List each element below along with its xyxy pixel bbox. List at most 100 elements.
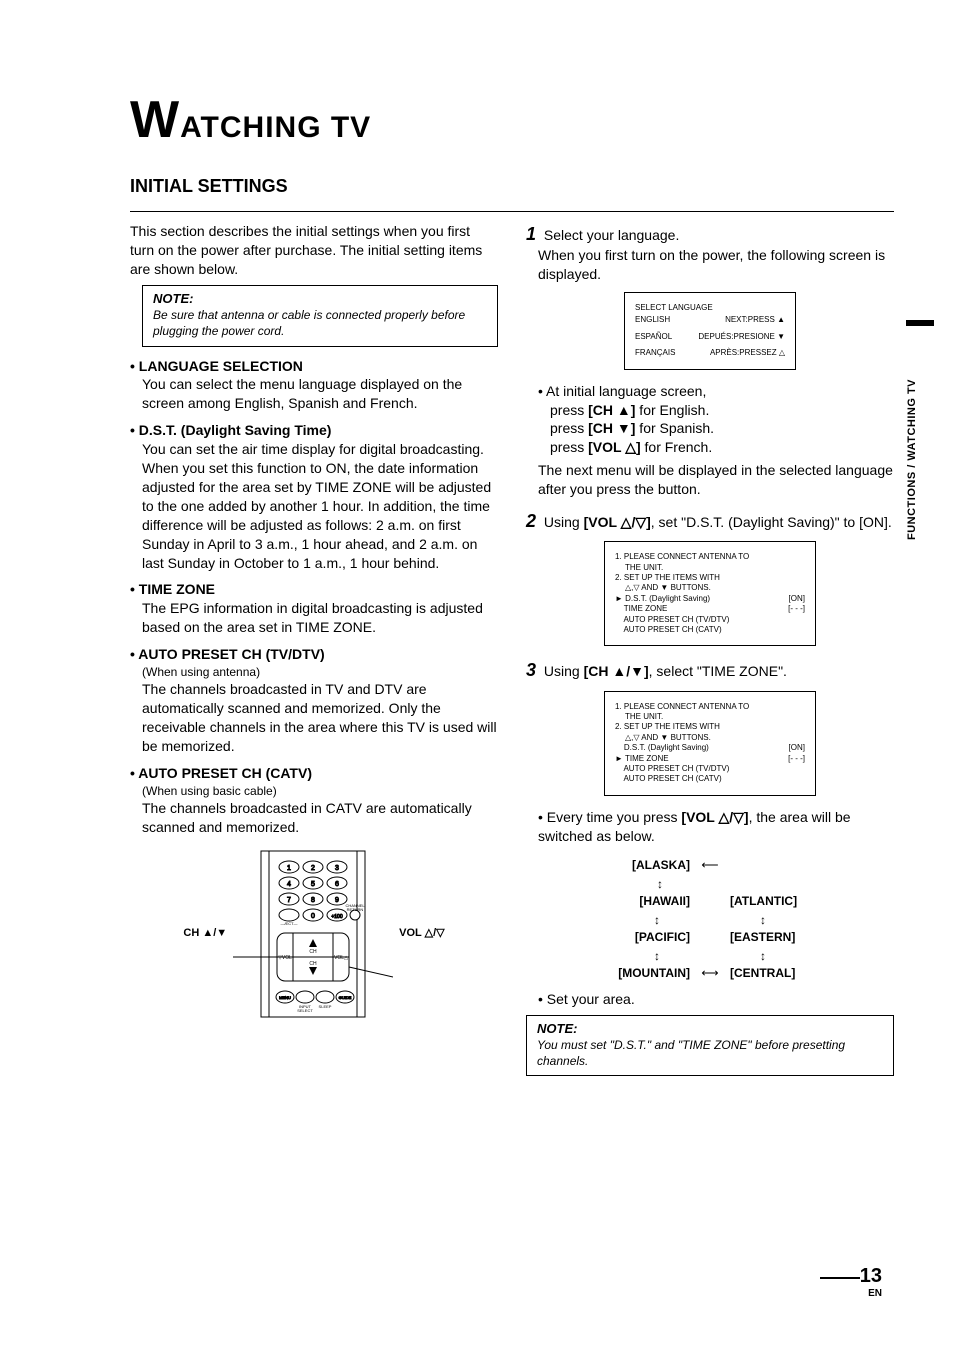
ch-buttons-label: CH ▲/▼ <box>183 926 227 941</box>
note-bottom: NOTE: You must set "D.S.T." and "TIME ZO… <box>526 1015 894 1077</box>
dst-body: You can set the air time display for dig… <box>142 440 498 572</box>
svg-text:SLEEP: SLEEP <box>319 1004 332 1009</box>
step-1: 1 Select your language. When you first t… <box>526 222 894 499</box>
tvdtv-when: (When using antenna) <box>142 664 498 680</box>
tz-body: The EPG information in digital broadcast… <box>142 599 498 637</box>
screen-dst: 1. PLEASE CONNECT ANTENNA TO THE UNIT. 2… <box>604 541 816 646</box>
lang-bullet-es: press [CH ▼] for Spanish. <box>550 420 714 436</box>
tz-head: • TIME ZONE <box>130 580 498 599</box>
lang-row-es-l: ESPAÑOL <box>635 332 672 342</box>
long-rule: INITIAL SETTINGS <box>130 176 894 212</box>
s2-r2r: [- - -] <box>788 604 805 614</box>
s2-l1: 1. PLEASE CONNECT ANTENNA TO <box>615 552 805 562</box>
s3-r2r: [- - -] <box>788 754 805 764</box>
lang-row-en-r: NEXT:PRESS ▲ <box>725 315 785 325</box>
s3-l1: 1. PLEASE CONNECT ANTENNA TO <box>615 702 805 712</box>
tvdtv-head: • AUTO PRESET CH (TV/DTV) <box>130 645 498 664</box>
s3-l4a: △,▽ AND ▼ BUTTONS. <box>615 733 805 743</box>
vol-buttons-label: VOL △/▽ <box>399 926 444 941</box>
svg-text:GUIDE: GUIDE <box>339 995 352 1000</box>
s2-r1l: ► D.S.T. (Daylight Saving) <box>615 594 710 604</box>
note-top-hd: NOTE: <box>153 290 487 308</box>
step-2-text: Using [VOL △/▽], set "D.S.T. (Daylight S… <box>544 514 892 530</box>
screen-tz: 1. PLEASE CONNECT ANTENNA TO THE UNIT. 2… <box>604 691 816 796</box>
step-1-text2: When you first turn on the power, the fo… <box>538 246 894 284</box>
zone-eastern: [EASTERN] <box>730 929 840 945</box>
note-bottom-body: You must set "D.S.T." and "TIME ZONE" be… <box>537 1037 883 1069</box>
step-2: 2 Using [VOL △/▽], set "D.S.T. (Daylight… <box>526 509 894 646</box>
side-tab-label: FUNCTIONS / WATCHING TV <box>906 330 918 540</box>
lang-after: The next menu will be displayed in the s… <box>538 461 894 499</box>
s2-r3: AUTO PRESET CH (TV/DTV) <box>615 615 805 625</box>
zone-central: [CENTRAL] <box>730 965 840 981</box>
step-3: 3 Using [CH ▲/▼], select "TIME ZONE". 1.… <box>526 658 894 1076</box>
remote-svg: 1 2 3 4 5 6 7 8 9 0 +100 —/ECT— <box>233 849 393 1019</box>
svg-text:8: 8 <box>311 897 315 904</box>
svg-text:MENU: MENU <box>279 995 291 1000</box>
screen-lang-title: SELECT LANGUAGE <box>635 303 785 313</box>
svg-text:3: 3 <box>335 865 339 872</box>
step-1-text1: Select your language. <box>544 227 679 243</box>
lang-row-fr-r: APRÈS:PRESSEZ △ <box>710 348 785 358</box>
step-3-text: Using [CH ▲/▼], select "TIME ZONE". <box>544 663 787 679</box>
two-columns: This section describes the initial setti… <box>130 222 894 1086</box>
zone-pacific: [PACIFIC] <box>580 929 690 945</box>
note-top-body: Be sure that antenna or cable is connect… <box>153 307 487 339</box>
svg-text:6: 6 <box>335 881 339 888</box>
page-title: WATCHING TV <box>130 90 894 150</box>
s3-r3: AUTO PRESET CH (TV/DTV) <box>615 764 805 774</box>
s2-l2a: THE UNIT. <box>615 563 805 573</box>
step-2-num: 2 <box>526 511 536 531</box>
step-3-num: 3 <box>526 660 536 680</box>
lang-body: You can select the menu language display… <box>142 375 498 413</box>
catv-head: • AUTO PRESET CH (CATV) <box>130 764 498 783</box>
s2-r1r: [ON] <box>789 594 805 604</box>
svg-text:+100: +100 <box>332 914 343 920</box>
switch-text: Every time you press [VOL △/▽], the area… <box>538 809 851 844</box>
zone-hawaii: [HAWAII] <box>580 893 690 909</box>
lang-row-fr-l: FRANÇAIS <box>635 348 675 358</box>
manual-page: { "sideTab": "FUNCTIONS / WATCHING TV", … <box>0 0 954 1351</box>
page-number: 13 <box>860 1265 882 1288</box>
screen-lang: SELECT LANGUAGE ENGLISH NEXT:PRESS ▲ ESPA… <box>624 292 796 370</box>
svg-text:0: 0 <box>311 913 315 920</box>
timezone-cycle: [ALASKA] ⟵ ↕ [HAWAII] [ATLANTIC] ↕ <box>580 854 840 984</box>
intro-para: This section describes the initial setti… <box>130 222 498 279</box>
s3-r4: AUTO PRESET CH (CATV) <box>615 774 805 784</box>
zone-alaska: [ALASKA] <box>580 857 690 873</box>
svg-text:5: 5 <box>311 881 315 888</box>
s2-l3: 2. SET UP THE ITEMS WITH <box>615 573 805 583</box>
side-tab: FUNCTIONS / WATCHING TV <box>906 320 934 540</box>
s3-l3: 2. SET UP THE ITEMS WITH <box>615 722 805 732</box>
lang-bullet-fr: press [VOL △] for French. <box>550 439 712 455</box>
svg-text:SELECT: SELECT <box>297 1008 313 1013</box>
page-title-initial: W <box>130 91 180 149</box>
svg-text:—/ECT—: —/ECT— <box>281 921 298 926</box>
s3-r2l: ► TIME ZONE <box>615 754 669 764</box>
svg-text:4: 4 <box>287 881 291 888</box>
catv-when: (When using basic cable) <box>142 783 498 799</box>
svg-text:1: 1 <box>287 865 291 872</box>
lang-head: • LANGUAGE SELECTION <box>130 357 498 376</box>
step-1-num: 1 <box>526 224 536 244</box>
svg-text:CH: CH <box>310 949 318 955</box>
note-bottom-hd: NOTE: <box>537 1020 883 1038</box>
lang-row-es-r: DEPUÉS:PRESIONE ▼ <box>698 332 785 342</box>
left-column: This section describes the initial setti… <box>130 222 498 1086</box>
svg-text:VOL△: VOL△ <box>334 955 348 961</box>
zone-mountain: [MOUNTAIN] <box>580 965 690 981</box>
dst-head: • D.S.T. (Daylight Saving Time) <box>130 421 498 440</box>
s2-l4a: △,▽ AND ▼ BUTTONS. <box>615 583 805 593</box>
remote-illustration: CH ▲/▼ 1 2 3 4 5 6 7 8 9 <box>130 849 498 1019</box>
svg-text:▽VOL: ▽VOL <box>278 955 292 961</box>
right-column: 1 Select your language. When you first t… <box>526 222 894 1086</box>
svg-text:CH: CH <box>310 961 318 967</box>
svg-text:RETURN: RETURN <box>347 907 364 912</box>
side-tab-cap <box>906 320 934 326</box>
s2-r2l: TIME ZONE <box>615 604 667 614</box>
set-area: • Set your area. <box>538 990 894 1009</box>
note-top: NOTE: Be sure that antenna or cable is c… <box>142 285 498 347</box>
zone-atlantic: [ATLANTIC] <box>730 893 840 909</box>
page-footer: 13 EN <box>860 1265 882 1299</box>
lang-row-en-l: ENGLISH <box>635 315 670 325</box>
